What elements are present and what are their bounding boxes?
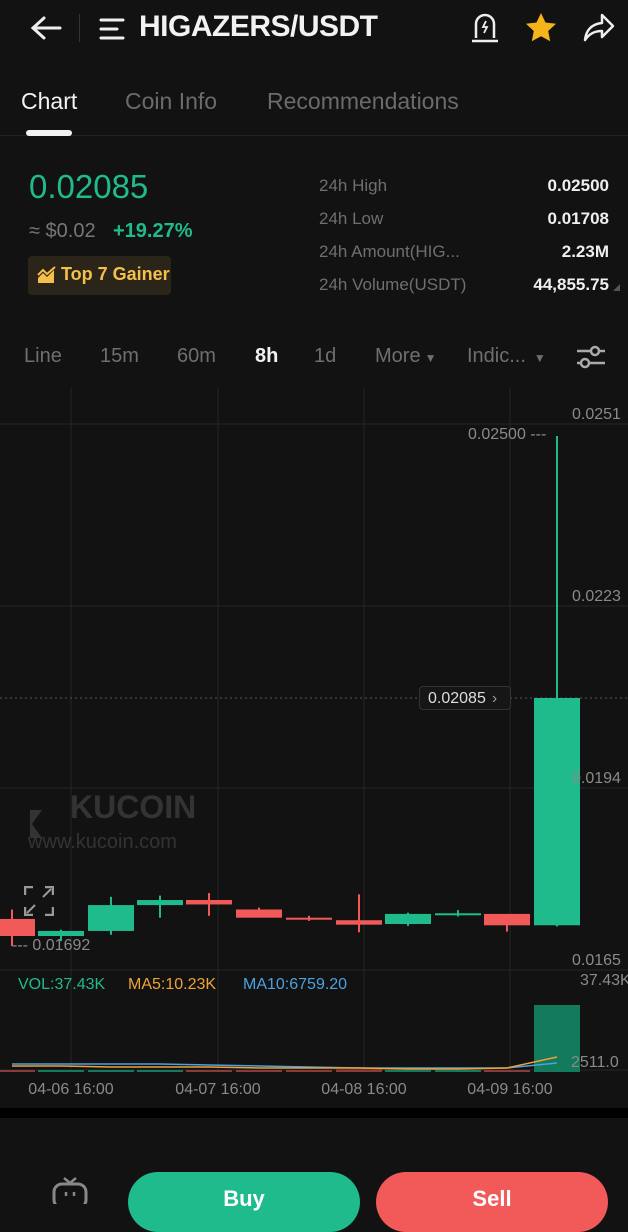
badge-label: Top 7 Gainer [61, 264, 170, 284]
candlestick-chart[interactable]: KUCOIN www.kucoin.com 37.43K 2511.0 0.025… [0, 388, 628, 1108]
stat-value-volume: 44,855.75 [533, 275, 609, 294]
volume-bar [336, 1069, 382, 1072]
candle-body [435, 913, 481, 916]
corner-indicator-icon [613, 284, 620, 291]
share-icon[interactable] [582, 12, 616, 44]
stat-label-high: 24h High [319, 176, 388, 195]
current-price-value: 0.02085 [428, 690, 486, 707]
candle-body [286, 917, 332, 920]
stat-value-amount: 2.23M [561, 242, 609, 261]
price-alert-icon[interactable] [470, 12, 500, 44]
candle-body [137, 900, 183, 906]
interval-more[interactable]: More ▼ [375, 345, 436, 368]
x-tick-label: 04-07 16:00 [175, 1081, 261, 1098]
y-tick-label: 0.0251 [572, 406, 621, 423]
indicators-label: Indic... [467, 345, 526, 367]
stat-label-volume: 24h Volume(USDT) [319, 275, 467, 294]
tab-bar: Chart Coin Info Recommendations [0, 82, 628, 136]
back-arrow-icon[interactable] [30, 14, 62, 42]
buy-button[interactable]: Buy [128, 1172, 360, 1232]
candle-body [88, 905, 134, 931]
change-percent: +19.27% [113, 220, 193, 242]
volume-bar [186, 1070, 232, 1072]
candle-body [534, 698, 580, 926]
volume-bar [484, 1070, 530, 1072]
indicators-dropdown[interactable]: Indic... ▼ [467, 345, 546, 368]
fullscreen-icon[interactable] [24, 886, 54, 916]
caret-down-icon: ▼ [533, 351, 546, 365]
candle-body [0, 918, 35, 937]
ma5-legend: MA5:10.23K [128, 976, 217, 993]
volume-bar [286, 1070, 332, 1072]
watermark-brand: KUCOIN [70, 789, 196, 825]
x-tick-label: 04-06 16:00 [28, 1081, 114, 1098]
interval-15m[interactable]: 15m [100, 345, 139, 368]
top-bar: HIGAZERS/USDT [0, 0, 628, 60]
volume-bar [88, 1070, 134, 1072]
more-label: More [375, 345, 421, 367]
trend-up-icon [37, 266, 56, 283]
volume-bar [0, 1070, 35, 1072]
stat-label-low: 24h Low [319, 209, 384, 228]
tab-chart[interactable]: Chart [21, 88, 77, 115]
volume-bar [38, 1070, 84, 1072]
x-tick-label: 04-09 16:00 [467, 1081, 553, 1098]
volume-bar [435, 1070, 481, 1072]
y-tick-label: 0.0165 [572, 952, 621, 969]
volume-bar [236, 1070, 282, 1072]
candle-body [336, 920, 382, 925]
interval-8h[interactable]: 8h [255, 345, 278, 368]
vol-legend: VOL:37.43K [18, 976, 106, 993]
chart-settings-icon[interactable] [575, 343, 607, 371]
candle-body [236, 909, 282, 918]
stat-value-high: 0.02500 [547, 176, 609, 195]
current-price-tag[interactable]: 0.02085 › [419, 686, 511, 710]
top-gainer-badge[interactable]: Top 7 Gainer [28, 256, 171, 295]
min-price-label: --- 0.01692 [12, 937, 90, 954]
divider [79, 14, 80, 42]
stat-value-low: 0.01708 [547, 209, 609, 228]
candle-body [38, 930, 84, 937]
volume-bar [137, 1070, 183, 1072]
favorite-star-icon[interactable] [524, 11, 558, 43]
interval-60m[interactable]: 60m [177, 345, 216, 368]
volume-bar [385, 1070, 431, 1072]
section-separator [0, 1108, 628, 1118]
max-price-label: 0.02500 --- [468, 426, 546, 443]
chevron-right-icon: › [491, 690, 498, 707]
candle-body [484, 913, 530, 926]
vol-y-tick: 37.43K [580, 972, 628, 989]
pair-title[interactable]: HIGAZERS/USDT [139, 10, 378, 44]
tab-recommendations[interactable]: Recommendations [267, 88, 459, 115]
interval-1d[interactable]: 1d [314, 345, 336, 368]
stat-label-amount: 24h Amount(HIG... [319, 242, 460, 261]
y-tick-label: 0.0223 [572, 588, 621, 605]
caret-down-icon: ▼ [424, 351, 437, 365]
watermark-url: www.kucoin.com [27, 831, 177, 853]
menu-icon[interactable] [99, 17, 125, 41]
vol-y-tick: 2511.0 [571, 1054, 619, 1071]
interval-line[interactable]: Line [24, 345, 62, 368]
active-tab-indicator [26, 130, 72, 136]
ma10-legend: MA10:6759.20 [243, 976, 348, 993]
x-tick-label: 04-08 16:00 [321, 1081, 407, 1098]
fiat-price: ≈ $0.02 [29, 220, 96, 242]
candle-body [186, 900, 232, 905]
last-price: 0.02085 [29, 168, 149, 205]
tab-coin-info[interactable]: Coin Info [125, 88, 217, 115]
y-tick-label: 0.0194 [572, 770, 621, 787]
candle-body [385, 913, 431, 925]
sell-button[interactable]: Sell [376, 1172, 608, 1232]
